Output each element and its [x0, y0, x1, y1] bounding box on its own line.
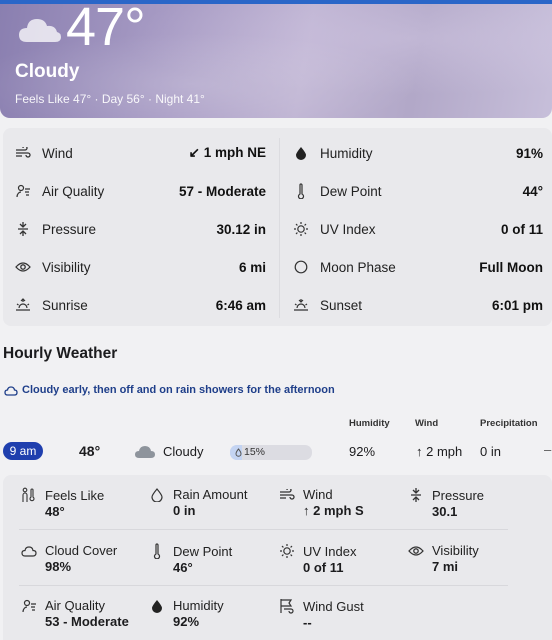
- detail-row-sunset: Sunset 6:01 pm: [290, 290, 543, 320]
- hour-detail-feels-like: Feels Like 48°: [20, 487, 104, 519]
- thermometer-icon: [290, 183, 312, 199]
- detail-row-visibility: Visibility 6 mi: [12, 252, 266, 282]
- detail-row-pressure: Pressure 30.12 in: [12, 214, 266, 244]
- rain-drop-icon: [148, 487, 166, 502]
- sun-icon: [278, 543, 296, 559]
- wind-icon: [12, 147, 34, 159]
- precip-chance-value: 15%: [244, 446, 266, 458]
- column-header-wind: Wind: [415, 418, 439, 429]
- hourly-details-divider: [19, 529, 508, 530]
- hour-condition: Cloudy: [163, 444, 204, 459]
- cloud-icon: [4, 385, 18, 396]
- current-conditions-hero: 47° Cloudy Feels Like 47° · Day 56° · Ni…: [0, 4, 552, 118]
- pressure-icon: [12, 221, 34, 237]
- hourly-weather-title: Hourly Weather: [3, 345, 118, 362]
- sunrise-icon: [12, 298, 34, 312]
- detail-row-dew-point: Dew Point 44°: [290, 176, 543, 206]
- hour-detail-humidity: Humidity 92%: [148, 598, 224, 629]
- hourly-row-9am[interactable]: 9 am 48° Cloudy 15% 92% ↑ 2 mph 0 in –: [0, 437, 552, 465]
- hour-detail-uv-index: UV Index 0 of 11: [278, 543, 356, 575]
- cloud-icon: [135, 446, 155, 458]
- hour-detail-visibility: Visibility 7 mi: [407, 543, 479, 574]
- current-condition: Cloudy: [15, 61, 80, 82]
- pressure-icon: [407, 487, 425, 503]
- eye-icon: [12, 261, 34, 273]
- eye-icon: [407, 545, 425, 557]
- sunset-icon: [290, 298, 312, 312]
- hour-humidity: 92%: [349, 444, 376, 459]
- details-divider: [279, 138, 280, 318]
- hour-detail-rain-amount: Rain Amount 0 in: [148, 487, 247, 518]
- hour-detail-pressure: Pressure 30.1: [407, 487, 484, 519]
- precip-chance-bar: 15%: [230, 445, 312, 460]
- humidity-drop-icon: [148, 599, 166, 613]
- detail-row-uv-index: UV Index 0 of 11: [290, 214, 543, 244]
- thermometer-icon: [148, 543, 166, 559]
- forecast-summary[interactable]: Cloudy early, then off and on rain showe…: [4, 384, 335, 396]
- feels-like-summary: Feels Like 47° · Day 56° · Night 41°: [15, 92, 205, 106]
- hour-detail-wind: Wind ↑ 2 mph S: [278, 487, 364, 518]
- air-quality-icon: [20, 599, 38, 613]
- wind-gust-icon: [278, 598, 296, 614]
- hour-precipitation: 0 in: [480, 444, 501, 459]
- sun-icon: [290, 221, 312, 237]
- moon-icon: [290, 260, 312, 274]
- column-header-humidity: Humidity: [349, 418, 390, 429]
- feels-like-icon: [20, 487, 38, 503]
- detail-row-sunrise: Sunrise 6:46 am: [12, 290, 266, 320]
- rain-drop-icon: [235, 447, 242, 457]
- hour-detail-dew-point: Dew Point 46°: [148, 543, 232, 575]
- forecast-text: Cloudy early, then off and on rain showe…: [22, 384, 335, 396]
- detail-row-wind: Wind ↙ 1 mph NE: [12, 138, 266, 168]
- cloud-icon: [20, 545, 38, 557]
- hourly-details-divider: [19, 585, 508, 586]
- hour-temperature: 48°: [79, 443, 101, 459]
- hour-wind: ↑ 2 mph: [416, 444, 463, 459]
- column-header-precipitation: Precipitation: [480, 418, 538, 429]
- cloud-icon: [19, 19, 61, 42]
- hour-detail-cloud-cover: Cloud Cover 98%: [20, 543, 117, 574]
- air-quality-icon: [12, 184, 34, 198]
- detail-row-air-quality: Air Quality 57 - Moderate: [12, 176, 266, 206]
- hour-time-pill[interactable]: 9 am: [3, 442, 43, 460]
- hour-detail-air-quality: Air Quality 53 - Moderate: [20, 598, 129, 629]
- wind-icon: [278, 488, 296, 501]
- detail-row-humidity: Humidity 91%: [290, 138, 543, 168]
- current-temperature: 47°: [66, 4, 146, 57]
- detail-row-moon-phase: Moon Phase Full Moon: [290, 252, 543, 282]
- hour-detail-wind-gust: Wind Gust --: [278, 598, 364, 630]
- hour-more-indicator: –: [544, 442, 552, 457]
- humidity-drop-icon: [290, 146, 312, 160]
